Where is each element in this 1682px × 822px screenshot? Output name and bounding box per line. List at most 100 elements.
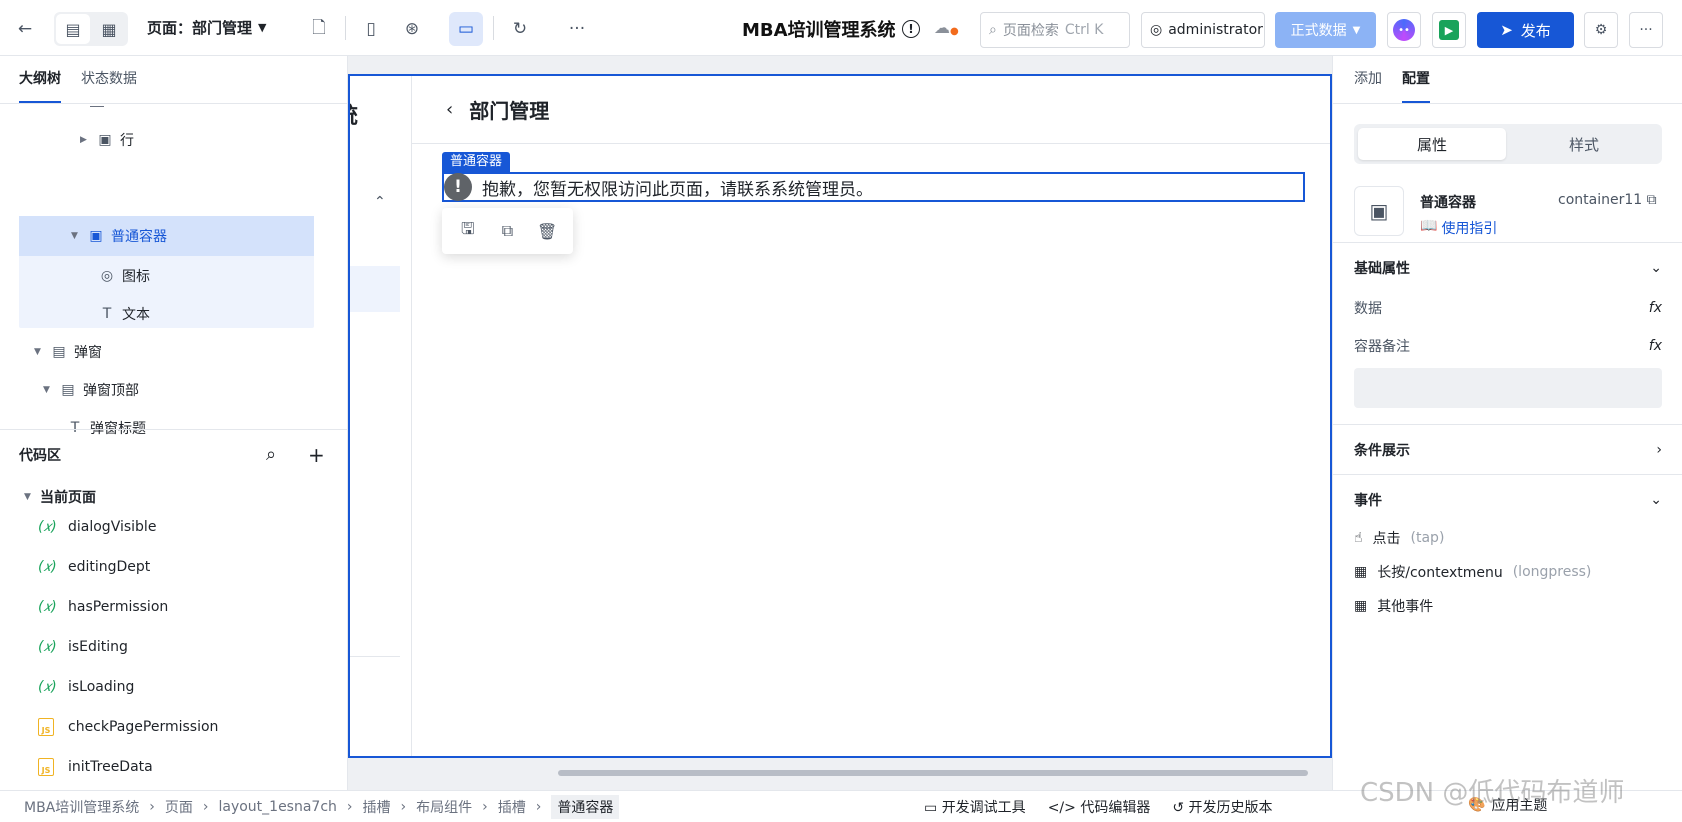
event-longpress[interactable]: ▦ 长按/contextmenu (longpress) xyxy=(1354,562,1591,582)
breadcrumb-item[interactable]: 插槽 xyxy=(498,797,526,817)
history-button[interactable]: ↺ 开发历史版本 xyxy=(1172,797,1272,817)
code-item-function[interactable]: JS initTreeData xyxy=(38,752,153,782)
tree-node-dialog-header[interactable]: ▼ ▤ 弹窗顶部 xyxy=(43,370,139,410)
code-item-variable[interactable]: (𝑥) hasPermission xyxy=(38,592,168,622)
dialog-icon: ▤ xyxy=(61,382,75,398)
chevron-up-icon[interactable]: ⌃ xyxy=(374,194,386,210)
breadcrumb-item[interactable]: 页面 xyxy=(165,797,193,817)
app-title: MBA培训管理系统 xyxy=(742,20,896,41)
divider xyxy=(493,16,494,40)
cloud-sync-icon[interactable]: ☁ ● xyxy=(934,18,959,37)
tree-node-label: 图标 xyxy=(122,269,150,285)
publish-button[interactable]: ➤ 发布 xyxy=(1477,12,1574,48)
note-textarea[interactable] xyxy=(1354,368,1662,408)
delete-icon[interactable]: 🗑 xyxy=(532,216,562,246)
copy-icon[interactable]: ⧉ xyxy=(492,216,522,246)
ai-assistant-button[interactable]: •• xyxy=(1387,12,1421,48)
user-menu[interactable]: ◎ administrator xyxy=(1141,12,1265,48)
fx-icon[interactable]: fx xyxy=(1649,300,1662,316)
code-item-variable[interactable]: (𝑥) isLoading xyxy=(38,672,134,702)
code-item-variable[interactable]: (𝑥) isEditing xyxy=(38,632,128,662)
info-icon[interactable]: ! xyxy=(902,20,920,38)
condition-section[interactable]: 条件展示 › xyxy=(1333,424,1682,474)
breadcrumb-item[interactable]: 布局组件 xyxy=(416,797,472,817)
chevron-right-icon: › xyxy=(202,798,209,815)
variable-icon: (𝑥) xyxy=(38,679,57,695)
back-arrow-icon[interactable]: ← xyxy=(8,12,42,46)
breadcrumb-current[interactable]: 普通容器 xyxy=(551,794,620,819)
prop-label: 数据 xyxy=(1354,301,1382,317)
calendar-icon: ▦ xyxy=(1354,564,1368,580)
run-button[interactable]: ▶ xyxy=(1432,12,1466,48)
code-item-variable[interactable]: (𝑥) editingDept xyxy=(38,552,150,582)
page-selector[interactable]: 页面：部门管理 ▼ xyxy=(147,17,266,38)
data-env-select[interactable]: 正式数据 ▼ xyxy=(1275,12,1376,48)
user-icon: ◎ xyxy=(1150,22,1163,38)
events-section[interactable]: 事件 ⌄ xyxy=(1333,474,1682,524)
caret-down-icon[interactable]: ▼ xyxy=(34,347,44,357)
nav-active-item[interactable] xyxy=(350,266,400,312)
event-other[interactable]: ▦ 其他事件 xyxy=(1354,596,1433,616)
search-placeholder: 页面检索 xyxy=(1002,23,1059,39)
more-horizontal-icon[interactable]: ··· xyxy=(560,12,594,46)
design-canvas[interactable]: 统 ⌃ ‹ 部门管理 普通容器 ! 抱歉，您暂无权限访问此页面，请联系系统管理员… xyxy=(348,56,1332,790)
breadcrumb-item[interactable]: 插槽 xyxy=(363,797,391,817)
icon-component-icon: ◎ xyxy=(100,268,114,284)
breadcrumb-item[interactable]: layout_1esna7ch xyxy=(218,799,336,815)
tree-node-label: 文本 xyxy=(122,307,150,323)
copy-icon[interactable]: ⧉ xyxy=(1647,192,1657,208)
chevron-left-icon[interactable]: ‹ xyxy=(446,99,453,120)
tree-node-icon[interactable]: ◎ 图标 xyxy=(98,256,150,296)
breadcrumb-item[interactable]: MBA培训管理系统 xyxy=(24,797,139,817)
usage-guide-link[interactable]: 📖 使用指引 xyxy=(1420,218,1497,238)
tree-node-dialog[interactable]: ▼ ▤ 弹窗 xyxy=(34,332,102,372)
layout-view-icon[interactable]: ▦ xyxy=(92,14,126,44)
plus-icon[interactable]: + xyxy=(308,443,325,467)
selected-component-tag[interactable]: 普通容器 xyxy=(442,152,511,172)
caret-down-icon[interactable]: ▼ xyxy=(43,385,53,395)
segment-styles[interactable]: 样式 xyxy=(1510,128,1658,160)
miniprogram-icon[interactable]: ⊛ xyxy=(395,12,429,46)
tab-state-data[interactable]: 状态数据 xyxy=(81,68,137,103)
horizontal-scrollbar[interactable] xyxy=(558,770,1308,776)
current-page-group[interactable]: ▼ 当前页面 xyxy=(24,477,96,517)
tree-node-text[interactable]: T 文本 xyxy=(98,294,150,334)
page-search-input[interactable]: ⌕ 页面检索 Ctrl K xyxy=(980,12,1130,48)
desktop-device-icon[interactable]: ▭ xyxy=(449,12,483,46)
code-item-variable[interactable]: (𝑥) dialogVisible xyxy=(38,512,156,542)
tree-node-row[interactable]: ▶ ▣ 行 xyxy=(80,120,134,160)
data-env-label: 正式数据 xyxy=(1290,23,1347,39)
event-tap[interactable]: ☝ 点击 (tap) xyxy=(1354,528,1444,548)
search-icon[interactable]: ⌕ xyxy=(266,444,276,465)
save-icon[interactable]: 🖫 xyxy=(453,216,483,246)
current-page-label: 当前页面 xyxy=(40,490,96,506)
selected-container[interactable]: ! 抱歉，您暂无权限访问此页面，请联系系统管理员。 xyxy=(442,172,1305,202)
add-page-icon[interactable]: 🗋 xyxy=(302,12,336,46)
code-editor-button[interactable]: </> 代码编辑器 xyxy=(1048,797,1151,817)
code-item-function[interactable]: JS checkPagePermission xyxy=(38,712,218,742)
dev-tools: ▭ 开发调试工具 </> 代码编辑器 ↺ 开发历史版本 xyxy=(924,797,1273,817)
section-title: 基础属性 xyxy=(1354,260,1410,277)
caret-right-icon[interactable]: ▶ xyxy=(80,135,90,145)
basic-props-section[interactable]: 基础属性 ⌄ xyxy=(1333,242,1682,292)
refresh-icon[interactable]: ↻ xyxy=(503,12,537,46)
breadcrumb: MBA培训管理系统 › 页面 › layout_1esna7ch › 插槽 › 布局组件… xyxy=(24,794,620,819)
tab-config[interactable]: 配置 xyxy=(1402,68,1430,103)
segment-properties[interactable]: 属性 xyxy=(1358,128,1506,160)
config-segment: 属性 样式 xyxy=(1354,124,1662,164)
tab-outline-tree[interactable]: 大纲树 xyxy=(19,68,61,103)
settings-button[interactable]: ⚙ xyxy=(1584,12,1618,48)
caret-down-icon[interactable]: ▼ xyxy=(24,492,34,502)
caret-down-icon[interactable]: ▼ xyxy=(71,231,81,241)
more-button[interactable]: ··· xyxy=(1629,12,1663,48)
top-toolbar: ← ▤ ▦ 页面：部门管理 ▼ 🗋 ▯ ⊛ ▭ ↻ ··· MBA培训管理系统 !… xyxy=(0,0,1682,56)
outline-view-icon[interactable]: ▤ xyxy=(56,14,90,44)
tab-add[interactable]: 添加 xyxy=(1354,68,1382,103)
mobile-device-icon[interactable]: ▯ xyxy=(354,12,388,46)
tool-label: 代码编辑器 xyxy=(1080,799,1151,816)
tree-node-container[interactable]: ▼ ▣ 普通容器 xyxy=(19,216,314,256)
fx-icon[interactable]: fx xyxy=(1649,338,1662,354)
debug-tools-button[interactable]: ▭ 开发调试工具 xyxy=(924,797,1026,817)
page-frame[interactable]: 统 ⌃ ‹ 部门管理 普通容器 ! 抱歉，您暂无权限访问此页面，请联系系统管理员… xyxy=(348,74,1332,758)
code-item-label: editingDept xyxy=(68,559,151,575)
